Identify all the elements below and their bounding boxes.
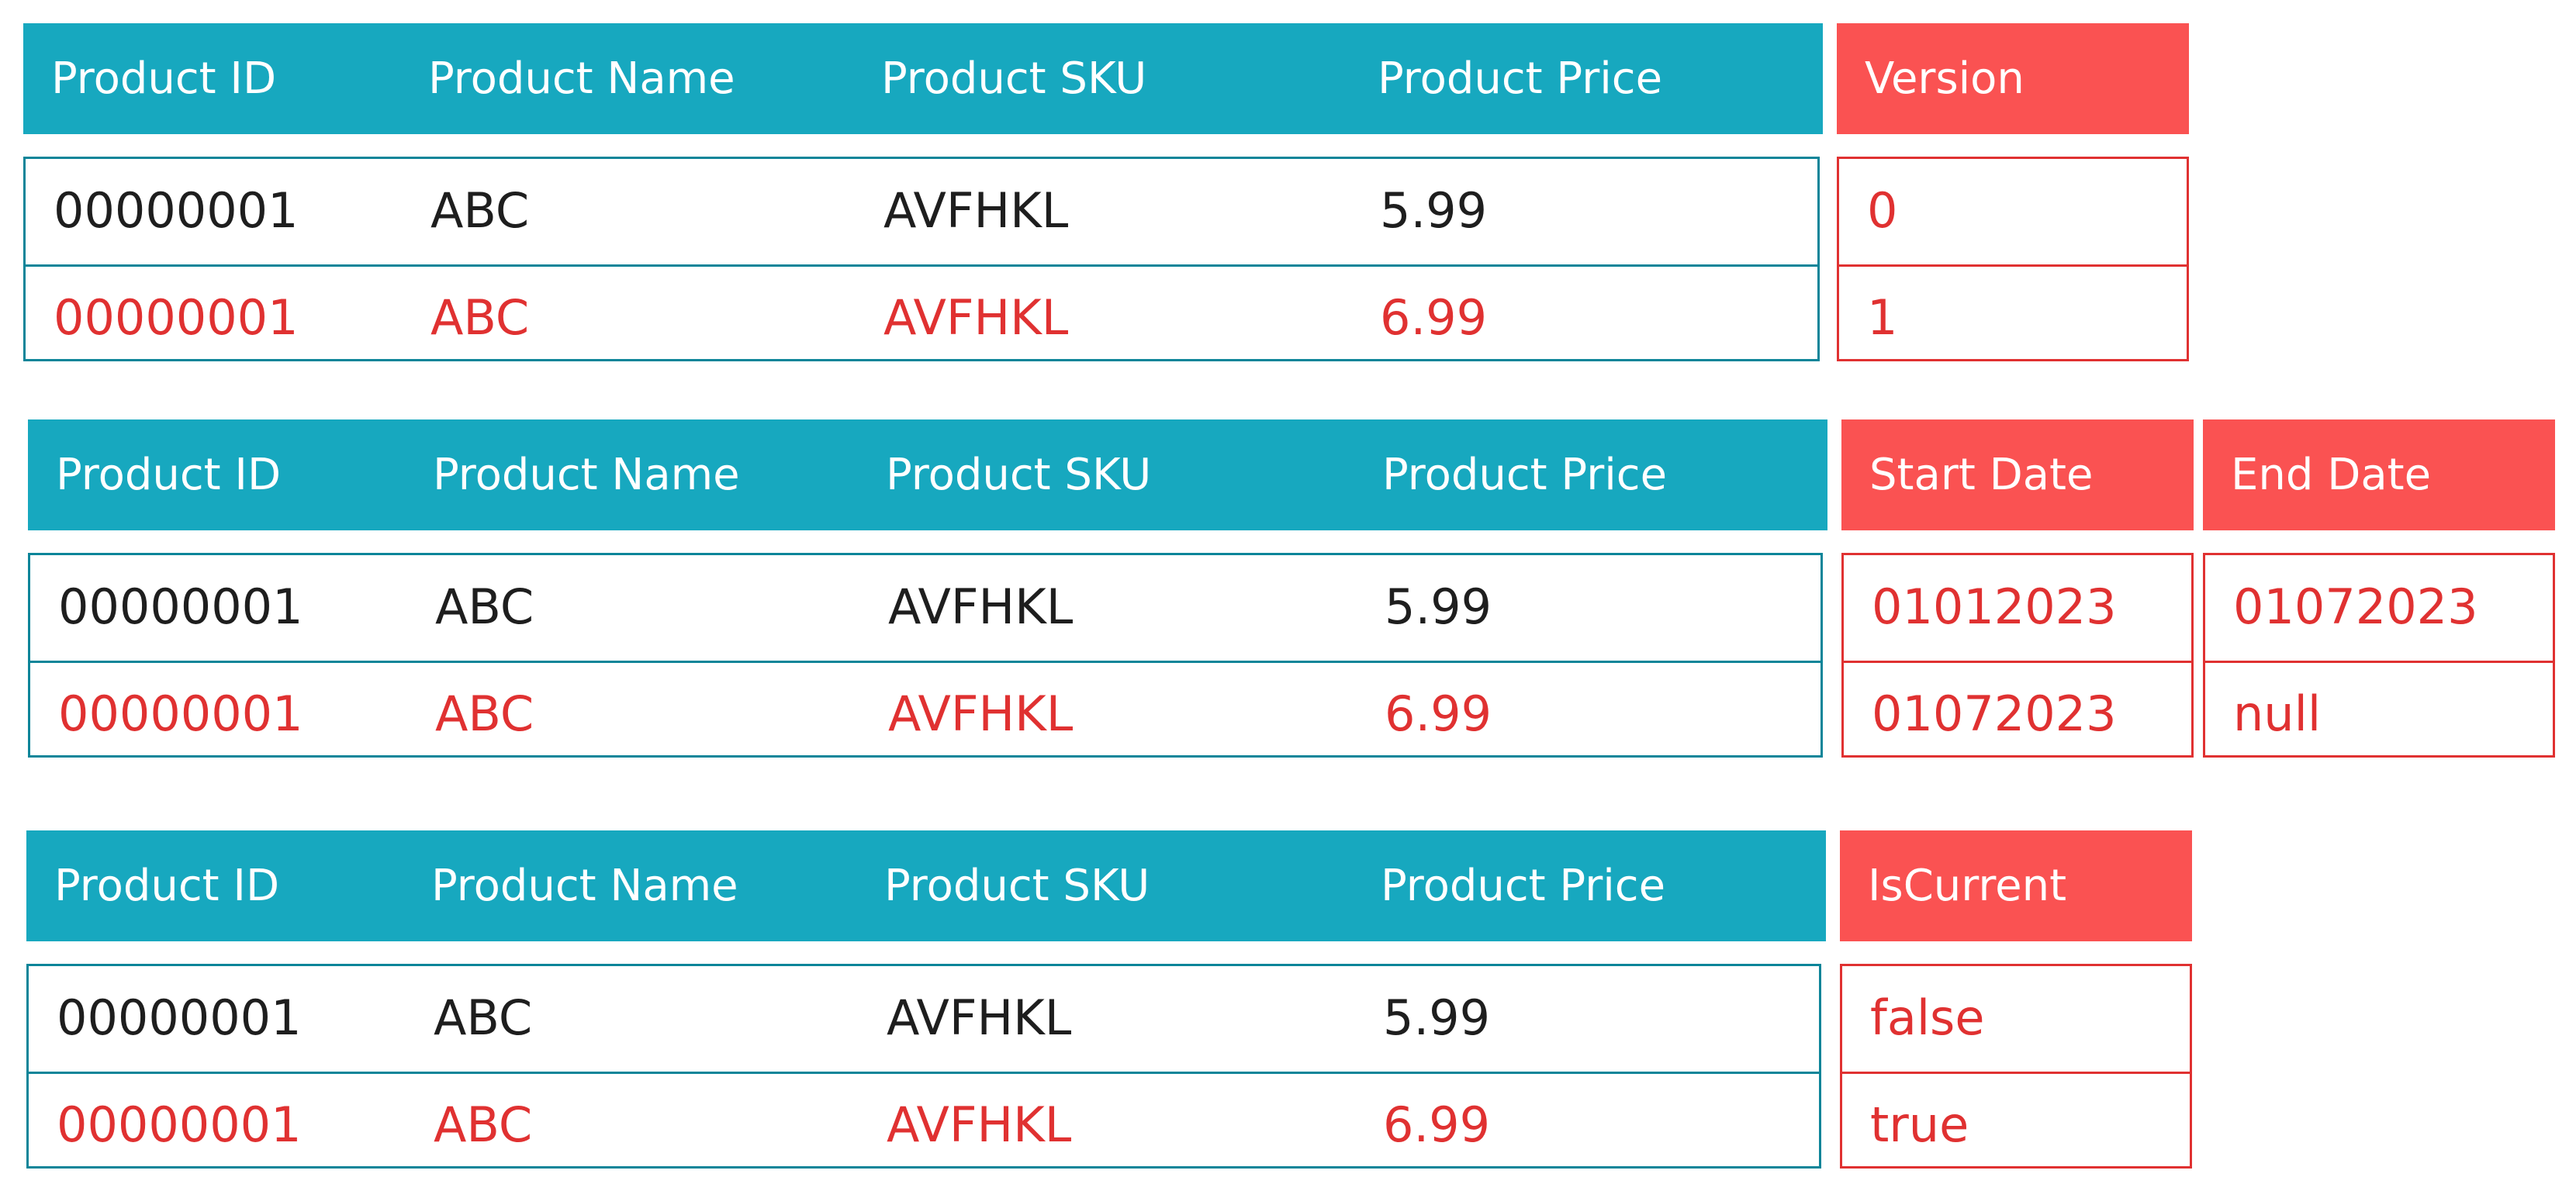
version-value-row2: 1 — [1867, 289, 1898, 346]
end-date-row1: 01072023 — [2233, 578, 2478, 635]
row2-product-id: 00000001 — [57, 1096, 302, 1153]
start-date-header: Start Date — [1841, 419, 2194, 530]
is-current-header-label: IsCurrent — [1868, 861, 2067, 911]
header-product-id: Product ID — [56, 450, 282, 500]
header-product-price: Product Price — [1378, 54, 1663, 104]
scd-is-current-diagram: Product ID Product Name Product SKU Prod… — [0, 830, 2576, 1172]
version-table-body: 0 1 — [1837, 157, 2189, 361]
is-current-table-body: false true — [1840, 964, 2192, 1169]
product-header-bar: Product ID Product Name Product SKU Prod… — [28, 419, 1827, 530]
row2-product-price: 6.99 — [1385, 685, 1492, 742]
header-product-id: Product ID — [51, 54, 277, 104]
row1-product-id: 00000001 — [58, 578, 303, 635]
row1-product-price: 5.99 — [1383, 989, 1491, 1046]
row1-product-sku: AVFHKL — [883, 182, 1069, 239]
is-current-row2: true — [1870, 1096, 1969, 1153]
row1-product-price: 5.99 — [1385, 578, 1492, 635]
header-product-price: Product Price — [1381, 861, 1666, 911]
row2-product-sku: AVFHKL — [887, 1096, 1072, 1153]
row1-product-name: ABC — [435, 578, 534, 635]
row2-product-name: ABC — [434, 1096, 533, 1153]
row2-product-sku: AVFHKL — [883, 289, 1069, 346]
row1-product-name: ABC — [430, 182, 530, 239]
row2-product-sku: AVFHKL — [888, 685, 1074, 742]
header-product-id: Product ID — [54, 861, 280, 911]
end-date-table-body: 01072023 null — [2203, 553, 2555, 758]
row2-product-id: 00000001 — [58, 685, 303, 742]
product-header-bar: Product ID Product Name Product SKU Prod… — [26, 830, 1826, 941]
end-date-header-label: End Date — [2231, 450, 2432, 500]
start-date-header-label: Start Date — [1869, 450, 2094, 500]
row1-product-sku: AVFHKL — [888, 578, 1074, 635]
product-table-body: 00000001 ABC AVFHKL 5.99 00000001 ABC AV… — [28, 553, 1823, 758]
row2-product-name: ABC — [430, 289, 530, 346]
row1-product-id: 00000001 — [54, 182, 299, 239]
is-current-header: IsCurrent — [1840, 830, 2192, 941]
start-date-table-body: 01012023 01072023 — [1841, 553, 2194, 758]
row1-product-id: 00000001 — [57, 989, 302, 1046]
version-header-label: Version — [1865, 54, 2024, 104]
is-current-row1: false — [1870, 989, 1985, 1046]
header-product-sku: Product SKU — [886, 450, 1152, 500]
product-table-body: 00000001 ABC AVFHKL 5.99 00000001 ABC AV… — [26, 964, 1821, 1169]
start-date-row1: 01012023 — [1872, 578, 2117, 635]
row1-product-name: ABC — [434, 989, 533, 1046]
start-date-row2: 01072023 — [1872, 685, 2117, 742]
product-header-bar: Product ID Product Name Product SKU Prod… — [23, 23, 1823, 134]
end-date-header: End Date — [2203, 419, 2555, 530]
row2-product-price: 6.99 — [1380, 289, 1488, 346]
row2-product-name: ABC — [435, 685, 534, 742]
header-product-sku: Product SKU — [881, 54, 1147, 104]
end-date-row2: null — [2233, 685, 2322, 742]
product-table-body: 00000001 ABC AVFHKL 5.99 00000001 ABC AV… — [23, 157, 1820, 361]
version-value-row1: 0 — [1867, 182, 1898, 239]
row2-product-id: 00000001 — [54, 289, 299, 346]
version-header: Version — [1837, 23, 2189, 134]
header-product-price: Product Price — [1382, 450, 1668, 500]
row2-product-price: 6.99 — [1383, 1096, 1491, 1153]
header-product-name: Product Name — [431, 861, 738, 911]
header-product-sku: Product SKU — [884, 861, 1150, 911]
header-product-name: Product Name — [428, 54, 735, 104]
header-product-name: Product Name — [433, 450, 740, 500]
scd-date-range-diagram: Product ID Product Name Product SKU Prod… — [0, 419, 2576, 761]
row1-product-sku: AVFHKL — [887, 989, 1072, 1046]
scd-version-diagram: Product ID Product Name Product SKU Prod… — [0, 23, 2576, 364]
row1-product-price: 5.99 — [1380, 182, 1488, 239]
